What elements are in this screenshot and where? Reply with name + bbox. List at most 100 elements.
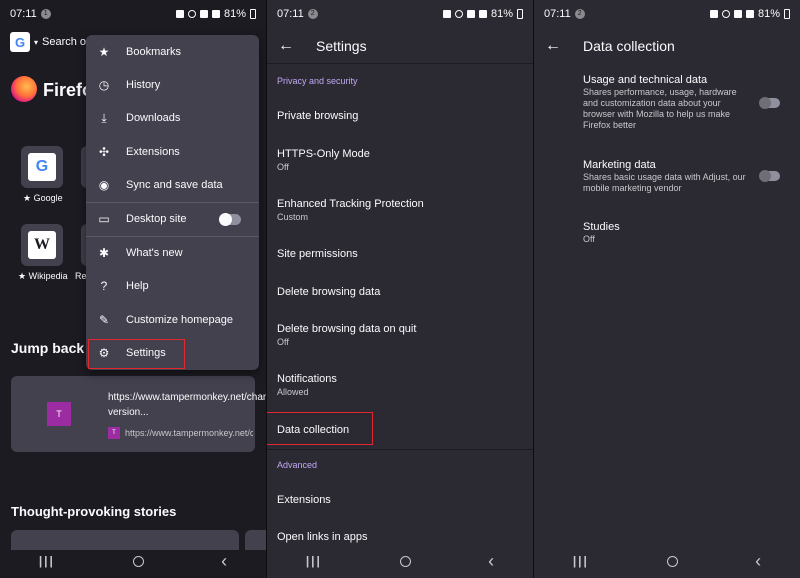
home-button[interactable] <box>399 555 411 567</box>
back-button[interactable]: ‹ <box>488 552 494 570</box>
setting-open-links-in-apps[interactable]: Open links in apps <box>277 530 527 544</box>
chevron-down-icon[interactable]: ▾ <box>34 38 38 47</box>
section-divider <box>267 449 533 450</box>
setting-subtitle: Allowed <box>277 387 309 397</box>
star-icon: ★ <box>98 45 110 59</box>
system-nav-bar: ||| ‹ <box>534 544 800 578</box>
setting-subtitle: Shares basic usage data with Adjust, our… <box>583 172 746 193</box>
home-button[interactable] <box>666 555 678 567</box>
menu-label: Customize homepage <box>126 314 234 326</box>
status-right: 81% <box>175 8 256 20</box>
status-right: 81% <box>709 8 790 20</box>
setting-subtitle: Custom <box>277 212 309 222</box>
page-title: Data collection <box>583 38 675 54</box>
setting-marketing-data[interactable]: Marketing data Shares basic usage data w… <box>583 158 748 194</box>
setting-tracking-protection[interactable]: Enhanced Tracking Protection Custom <box>277 197 527 223</box>
status-time: 07:11 <box>10 8 37 20</box>
setting-site-permissions[interactable]: Site permissions <box>277 247 527 261</box>
notification-dot-icon: 2 <box>307 9 318 19</box>
setting-studies[interactable]: Studies Off <box>583 220 748 245</box>
section-header-advanced: Advanced <box>277 460 318 470</box>
setting-private-browsing[interactable]: Private browsing <box>277 109 527 123</box>
marketing-data-toggle[interactable] <box>759 170 780 182</box>
back-button[interactable]: ‹ <box>755 552 761 570</box>
setting-notifications[interactable]: Notifications Allowed <box>277 372 527 398</box>
battery-percent: 81% <box>757 8 780 20</box>
setting-delete-browsing-data[interactable]: Delete browsing data <box>277 285 527 299</box>
menu-item-downloads[interactable]: ⤓ Downloads <box>86 102 259 134</box>
tab-thumbnail: T <box>47 402 71 426</box>
battery-icon <box>250 9 256 19</box>
menu-item-sync[interactable]: ◉ Sync and save data <box>86 169 259 201</box>
menu-item-extensions[interactable]: ✣ Extensions <box>86 136 259 168</box>
setting-title: Extensions <box>277 494 331 506</box>
back-button[interactable]: ‹ <box>221 552 227 570</box>
wifi-icon <box>733 10 742 18</box>
menu-item-history[interactable]: ◷ History <box>86 69 259 101</box>
setting-title: Studies <box>583 221 620 233</box>
recent-apps-button[interactable]: ||| <box>306 554 322 568</box>
alarm-icon <box>175 10 184 18</box>
stories-heading: Thought-provoking stories <box>11 504 177 519</box>
desktop-site-toggle[interactable] <box>219 212 241 226</box>
signal-icon <box>478 10 487 18</box>
jump-card-url-text: https://www.tampermonkey.net/ch... <box>125 428 253 438</box>
settings-toolbar: ← Settings <box>267 28 533 64</box>
google-engine-icon[interactable]: G <box>10 32 30 52</box>
screenshot-root: 07:11 1 81% G ▾ Search o Firefo G ★ Goog… <box>0 0 800 578</box>
setting-https-only[interactable]: HTTPS-Only Mode Off <box>277 147 527 173</box>
gift-icon: ✱ <box>98 246 110 260</box>
setting-delete-on-quit[interactable]: Delete browsing data on quit Off <box>277 322 527 348</box>
download-icon: ⤓ <box>101 110 107 125</box>
shortcut-label-google: ★ Google <box>23 193 63 203</box>
recent-apps-button[interactable]: ||| <box>39 554 55 568</box>
clock-icon: ◷ <box>98 78 110 92</box>
menu-item-help[interactable]: ? Help <box>86 270 259 302</box>
menu-item-customize-homepage[interactable]: ✎ Customize homepage <box>86 304 259 336</box>
setting-usage-technical-data[interactable]: Usage and technical data Shares performa… <box>583 73 748 131</box>
jump-back-card[interactable]: T https://www.tampermonkey.net/changelog… <box>11 376 266 452</box>
mute-icon <box>721 10 730 18</box>
account-icon: ◉ <box>98 178 110 192</box>
jump-back-heading: Jump back i <box>11 340 92 356</box>
settings-highlight-box <box>88 339 185 369</box>
google-icon: G <box>28 153 56 181</box>
mute-icon <box>454 10 463 18</box>
back-arrow-icon[interactable]: ← <box>278 37 294 55</box>
help-icon: ? <box>100 279 108 293</box>
section-header-privacy: Privacy and security <box>277 76 358 86</box>
recent-apps-button[interactable]: ||| <box>573 554 589 568</box>
shortcut-wikipedia[interactable]: W <box>21 224 63 266</box>
menu-item-bookmarks[interactable]: ★ Bookmarks <box>86 36 259 68</box>
data-collection-toolbar: ← Data collection <box>534 28 800 64</box>
home-button[interactable] <box>132 555 144 567</box>
main-menu: ★ Bookmarks ◷ History ⤓ Downloads ✣ Exte… <box>86 35 259 370</box>
shortcut-label-wikipedia: ★ Wikipedia <box>18 271 68 281</box>
data-collection-highlight-box <box>267 412 373 445</box>
usage-data-toggle[interactable] <box>759 97 780 109</box>
menu-label: Desktop site <box>126 213 187 225</box>
search-input[interactable]: Search o <box>42 36 86 48</box>
menu-label: Sync and save data <box>126 179 223 191</box>
favicon-icon: T <box>108 427 120 439</box>
setting-title: Marketing data <box>583 159 656 171</box>
setting-title: Enhanced Tracking Protection <box>277 198 424 210</box>
status-time: 07:11 <box>544 8 571 20</box>
laptop-icon: ▭ <box>98 212 110 226</box>
menu-item-desktop-site[interactable]: ▭ Desktop site <box>86 203 259 235</box>
menu-item-whats-new[interactable]: ✱ What's new <box>86 237 259 269</box>
menu-label: Downloads <box>126 112 181 124</box>
status-bar: 07:11 2 81% <box>534 0 800 28</box>
setting-extensions[interactable]: Extensions <box>277 493 527 507</box>
back-arrow-icon[interactable]: ← <box>545 37 561 55</box>
battery-percent: 81% <box>490 8 513 20</box>
firefox-logo-icon <box>11 76 37 102</box>
setting-title: Usage and technical data <box>583 74 708 86</box>
data-collection-pane: 07:11 2 81% ← Data collection Usage and … <box>534 0 800 578</box>
signal-icon <box>211 10 220 18</box>
system-nav-bar: ||| ‹ <box>267 544 533 578</box>
setting-title: Private browsing <box>277 110 359 122</box>
menu-label: What's new <box>126 247 183 259</box>
status-right: 81% <box>442 8 523 20</box>
shortcut-google[interactable]: G <box>21 146 63 188</box>
